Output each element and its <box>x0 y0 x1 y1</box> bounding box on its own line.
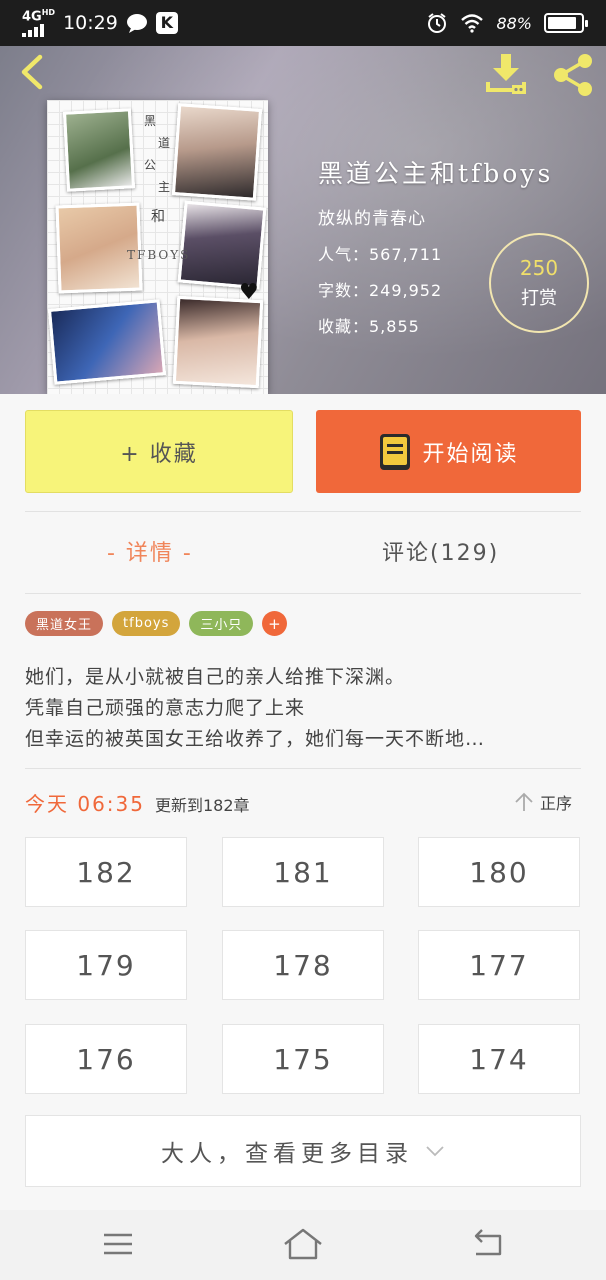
description-line: 她们，是从小就被自己的亲人给推下深渊。 <box>25 666 406 688</box>
start-reading-label: 开始阅读 <box>422 441 519 467</box>
cover-photo <box>177 200 267 290</box>
chapter-button[interactable]: 179 <box>25 930 187 1000</box>
chevron-down-icon <box>426 1146 444 1157</box>
update-time: 今天 06:35 <box>25 792 145 816</box>
chapter-button[interactable]: 181 <box>222 837 384 907</box>
share-icon[interactable] <box>550 52 596 98</box>
book-title: 黑道公主和tfboys <box>318 159 554 188</box>
collect-button[interactable]: + 收藏 <box>25 410 293 493</box>
book-icon <box>380 433 411 470</box>
tab-comments[interactable]: 评论(129) <box>382 535 499 567</box>
chevron-left-icon[interactable] <box>14 52 54 92</box>
chat-bubble-icon <box>126 13 147 33</box>
tag[interactable]: 黑道女王 <box>25 611 104 636</box>
tag[interactable]: 三小只 <box>189 611 254 636</box>
wifi-icon <box>461 14 484 33</box>
battery-icon <box>544 13 588 33</box>
tag[interactable]: tfboys <box>112 611 181 636</box>
arrow-up-icon <box>515 792 533 811</box>
battery-percent: 88% <box>496 13 532 33</box>
sort-order-button[interactable]: 正序 <box>514 790 572 814</box>
cover-photo <box>171 103 263 201</box>
update-text: 更新到182章 <box>155 796 250 815</box>
start-reading-button[interactable]: 开始阅读 <box>316 410 581 493</box>
book-header: 黑 道 公 主 和 TFBOYS ♥ 黑道公主和tfboys 放纵的青春心 人气… <box>0 46 606 394</box>
chapter-button[interactable]: 178 <box>222 930 384 1000</box>
cover-photo <box>62 108 136 192</box>
divider <box>25 511 581 512</box>
chapter-button[interactable]: 177 <box>418 930 580 1000</box>
clock: 10:29 <box>63 11 118 34</box>
book-description[interactable]: 她们，是从小就被自己的亲人给推下深渊。 凭靠自己顽强的意志力爬了上来 但幸运的被… <box>25 662 585 755</box>
signal-icon: 4GHD <box>22 8 55 38</box>
system-nav-bar <box>0 1210 606 1280</box>
download-icon[interactable] <box>484 52 528 96</box>
add-tag-button[interactable]: + <box>262 611 288 636</box>
k-app-icon: K <box>155 11 178 34</box>
divider <box>25 593 581 594</box>
sort-order-label: 正序 <box>540 794 573 813</box>
reward-label: 打赏 <box>521 288 557 309</box>
heart-icon: ♥ <box>239 280 259 305</box>
alarm-icon <box>428 13 447 33</box>
more-chapters-button[interactable]: 大人，查看更多目录 <box>25 1115 581 1187</box>
back-icon[interactable] <box>466 1224 510 1264</box>
reward-count: 250 <box>519 256 559 280</box>
update-info: 今天 06:35 更新到182章 <box>25 788 250 817</box>
more-chapters-label: 大人，查看更多目录 <box>161 1141 413 1167</box>
chapter-button[interactable]: 182 <box>25 837 187 907</box>
cover-title-and: 和 <box>151 209 165 225</box>
collect-label: + 收藏 <box>120 441 198 467</box>
menu-icon[interactable] <box>96 1224 140 1264</box>
chapter-button[interactable]: 176 <box>25 1024 187 1094</box>
home-icon[interactable] <box>281 1224 325 1264</box>
description-line: 凭靠自己顽强的意志力爬了上来 <box>25 697 306 719</box>
chapter-button[interactable]: 175 <box>222 1024 384 1094</box>
book-cover: 黑 道 公 主 和 TFBOYS ♥ <box>47 100 268 394</box>
divider <box>25 768 581 769</box>
cover-photo <box>47 299 167 385</box>
cover-photo <box>172 295 264 389</box>
book-author[interactable]: 放纵的青春心 <box>318 204 553 229</box>
cover-title-vertical: 黑 道 公 主 <box>144 114 171 194</box>
description-line: 但幸运的被英国女王给收养了，她们每一天不断地… <box>25 728 486 750</box>
cover-band-name: TFBOYS <box>127 248 191 262</box>
tag-list: 黑道女王 tfboys 三小只 + <box>25 611 288 636</box>
chapter-button[interactable]: 174 <box>418 1024 580 1094</box>
status-bar: 4GHD 10:29 K 88% <box>0 0 606 46</box>
tab-detail[interactable]: - 详情 - <box>107 535 193 567</box>
chapter-button[interactable]: 180 <box>418 837 580 907</box>
reward-button[interactable]: 250 打赏 <box>489 233 589 333</box>
